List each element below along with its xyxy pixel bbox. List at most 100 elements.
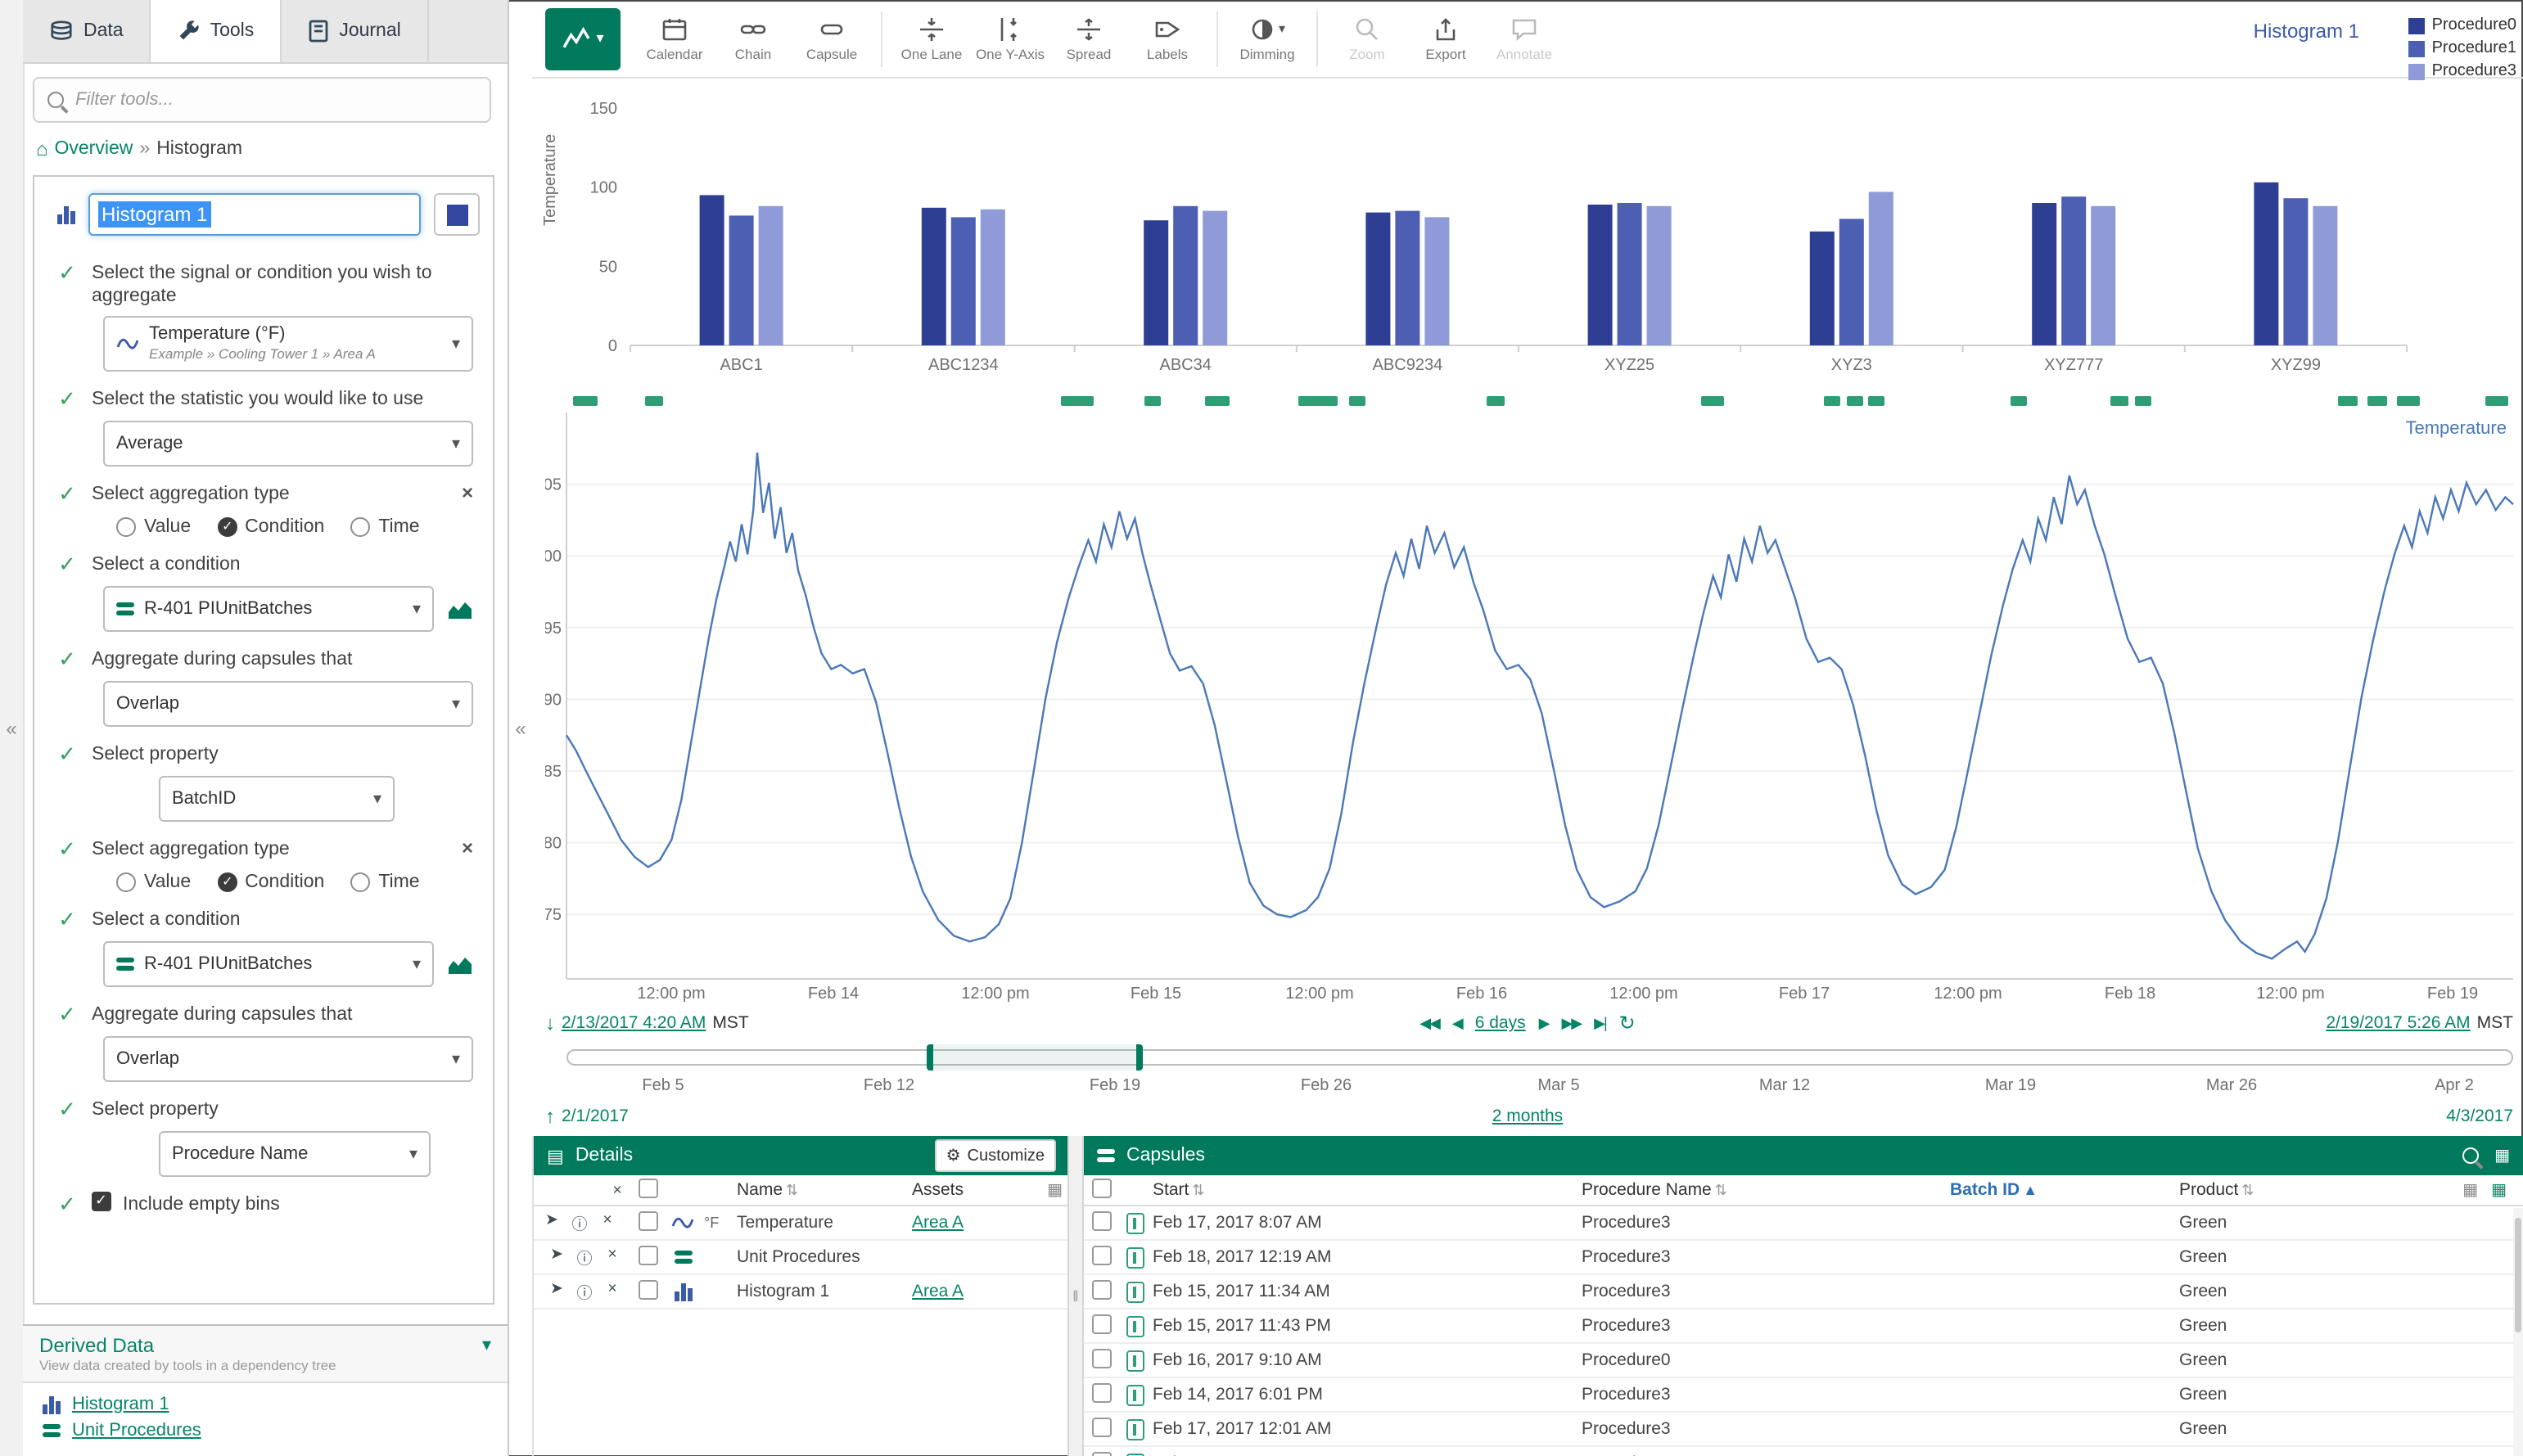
collapse-main-handle[interactable]: «: [509, 0, 532, 1456]
select-all-checkbox[interactable]: [639, 1178, 658, 1197]
tab-journal[interactable]: Journal: [282, 0, 428, 62]
step-to-end-button[interactable]: ▶|: [1594, 1014, 1606, 1032]
capsules-scrollbar[interactable]: [2513, 1208, 2523, 1456]
area-chart-icon[interactable]: [447, 598, 473, 620]
remove-icon[interactable]: ×: [601, 1246, 624, 1269]
toolbar-one-lane-button[interactable]: One Lane: [894, 4, 969, 73]
duration-label[interactable]: 6 days: [1475, 1013, 1526, 1033]
timezone-label[interactable]: MST: [2477, 1013, 2513, 1033]
capsule-row[interactable]: Feb 17, 2017 12:01 AM Procedure3 Green: [1084, 1413, 2523, 1447]
close-icon[interactable]: ×: [462, 836, 473, 859]
capsule-row[interactable]: Feb 16, 2017 9:10 AM Procedure0 Green: [1084, 1344, 2523, 1378]
during-dropdown[interactable]: Overlap ▾: [103, 1036, 473, 1082]
row-checkbox[interactable]: [1092, 1245, 1112, 1264]
radio-time[interactable]: Time: [350, 517, 419, 537]
signal-dropdown[interactable]: Temperature (°F) Example » Cooling Tower…: [103, 316, 473, 372]
radio-condition[interactable]: Condition: [217, 517, 324, 537]
row-name[interactable]: Histogram 1: [733, 1282, 909, 1301]
step-back-fast-button[interactable]: ◀◀: [1419, 1014, 1439, 1032]
asset-link[interactable]: Area A: [912, 1213, 964, 1233]
derived-item-link[interactable]: Histogram 1: [72, 1394, 169, 1413]
display-range-end[interactable]: 2/19/2017 5:26 AM: [2326, 1013, 2470, 1033]
row-checkbox[interactable]: [639, 1279, 658, 1299]
row-checkbox[interactable]: [1092, 1451, 1112, 1456]
remove-icon[interactable]: ×: [596, 1211, 619, 1234]
row-checkbox[interactable]: [1092, 1279, 1112, 1299]
property-select[interactable]: Procedure Name ▾: [159, 1131, 431, 1177]
capsule-marker[interactable]: [573, 396, 598, 406]
row-checkbox[interactable]: [1092, 1417, 1112, 1436]
toolbar-one-y-axis-button[interactable]: One Y-Axis: [973, 4, 1048, 73]
histogram-chart[interactable]: 050100150ABC1ABC1234ABC34ABC9234XYZ25XYZ…: [545, 92, 2516, 390]
sort-icon[interactable]: ⇅: [786, 1182, 798, 1198]
capsules-col-procedure[interactable]: Procedure Name: [1582, 1180, 1712, 1200]
overview-slider-track[interactable]: [566, 1049, 2513, 1066]
home-icon[interactable]: ⌂: [36, 139, 48, 159]
row-name[interactable]: Unit Procedures: [733, 1247, 909, 1267]
capsule-row[interactable]: Feb 18, 2017 12:19 AM Procedure3 Green: [1084, 1241, 2523, 1275]
capsule-marker[interactable]: [1868, 396, 1884, 406]
capsule-marker[interactable]: [2338, 396, 2358, 406]
pin-icon[interactable]: ➤: [540, 1211, 563, 1234]
capsule-marker[interactable]: [1701, 396, 1724, 406]
filter-tools-input[interactable]: Filter tools...: [33, 77, 491, 123]
info-icon[interactable]: ⓘ: [573, 1246, 596, 1269]
overview-end[interactable]: 4/3/2017: [2446, 1107, 2513, 1126]
refresh-icon[interactable]: ↻: [1619, 1013, 1636, 1033]
capsule-marker[interactable]: [1349, 396, 1365, 406]
capsule-marker[interactable]: [1487, 396, 1505, 406]
legend-item[interactable]: Procedure0: [2409, 16, 2516, 34]
row-checkbox[interactable]: [1092, 1314, 1112, 1333]
capsules-col-start[interactable]: Start: [1153, 1180, 1189, 1200]
sort-icon[interactable]: ⇅: [1715, 1182, 1727, 1198]
step-forward-fast-button[interactable]: ▶▶: [1561, 1014, 1581, 1032]
edit-icon[interactable]: ✎: [532, 1280, 540, 1303]
capsules-col-product[interactable]: Product: [2179, 1180, 2238, 1200]
sort-asc-icon[interactable]: ▲: [2023, 1182, 2038, 1198]
info-icon[interactable]: ⓘ: [568, 1211, 591, 1234]
condition-dropdown[interactable]: R-401 PIUnitBatches ▾: [103, 941, 434, 987]
toolbar-spread-button[interactable]: Spread: [1051, 4, 1126, 73]
capsule-marker[interactable]: [2135, 396, 2151, 406]
tab-tools[interactable]: Tools: [151, 0, 282, 62]
capsule-marker[interactable]: [2110, 396, 2128, 406]
sort-icon[interactable]: ⇅: [2241, 1182, 2254, 1198]
legend-item[interactable]: Procedure3: [2409, 62, 2516, 80]
capsule-row[interactable]: Feb 13, 2017 4:22 PM Procedure0 Green: [1084, 1447, 2523, 1456]
step-forward-button[interactable]: ▶: [1539, 1014, 1549, 1032]
radio-condition[interactable]: Condition: [217, 872, 324, 892]
row-name[interactable]: Temperature: [733, 1213, 909, 1233]
toolbar-dimming-button[interactable]: ▾ Dimming: [1230, 4, 1305, 73]
radio-value[interactable]: Value: [116, 872, 191, 892]
toolbar-capsule-button[interactable]: Capsule: [794, 4, 869, 73]
capsule-marker[interactable]: [1061, 396, 1094, 406]
capsule-row[interactable]: Feb 14, 2017 6:01 PM Procedure3 Green: [1084, 1378, 2523, 1413]
details-row-temperature[interactable]: ➤ ⓘ × °F Temperature Area A: [534, 1206, 1069, 1241]
lane-label[interactable]: Temperature: [2405, 419, 2507, 439]
radio-time[interactable]: Time: [350, 872, 419, 892]
remove-all-icon[interactable]: ×: [606, 1181, 629, 1199]
color-swatch-button[interactable]: [434, 193, 480, 236]
sort-icon[interactable]: ⇅: [1192, 1182, 1204, 1198]
derived-data-header[interactable]: Derived Data ▾: [23, 1325, 508, 1356]
row-checkbox[interactable]: [639, 1245, 658, 1264]
details-row-unit-procedures[interactable]: ✎ ➤ ⓘ × Unit Procedures: [534, 1241, 1069, 1275]
customize-button[interactable]: ⚙ Customize: [935, 1139, 1056, 1172]
pin-icon[interactable]: ➤: [545, 1246, 568, 1269]
capsules-col-batch-id[interactable]: Batch ID: [1950, 1180, 2020, 1200]
edit-icon[interactable]: ✎: [532, 1246, 540, 1269]
capsule-marker[interactable]: [645, 396, 663, 406]
toolbar-labels-button[interactable]: Labels: [1130, 4, 1205, 73]
row-checkbox[interactable]: [1092, 1382, 1112, 1402]
derived-item-link[interactable]: Unit Procedures: [72, 1420, 201, 1440]
details-col-assets[interactable]: Assets: [909, 1180, 1040, 1200]
histogram-title[interactable]: Histogram 1: [2254, 20, 2359, 43]
toolbar-calendar-button[interactable]: Calendar: [637, 4, 712, 73]
property-select[interactable]: BatchID ▾: [159, 776, 395, 822]
toolbar-export-button[interactable]: Export: [1408, 4, 1483, 73]
tab-data[interactable]: Data: [23, 0, 151, 62]
details-col-name[interactable]: Name: [737, 1180, 783, 1200]
capsule-marker[interactable]: [2367, 396, 2387, 406]
capsule-marker[interactable]: [1824, 396, 1840, 406]
tool-name-input[interactable]: Histogram 1: [88, 193, 421, 236]
